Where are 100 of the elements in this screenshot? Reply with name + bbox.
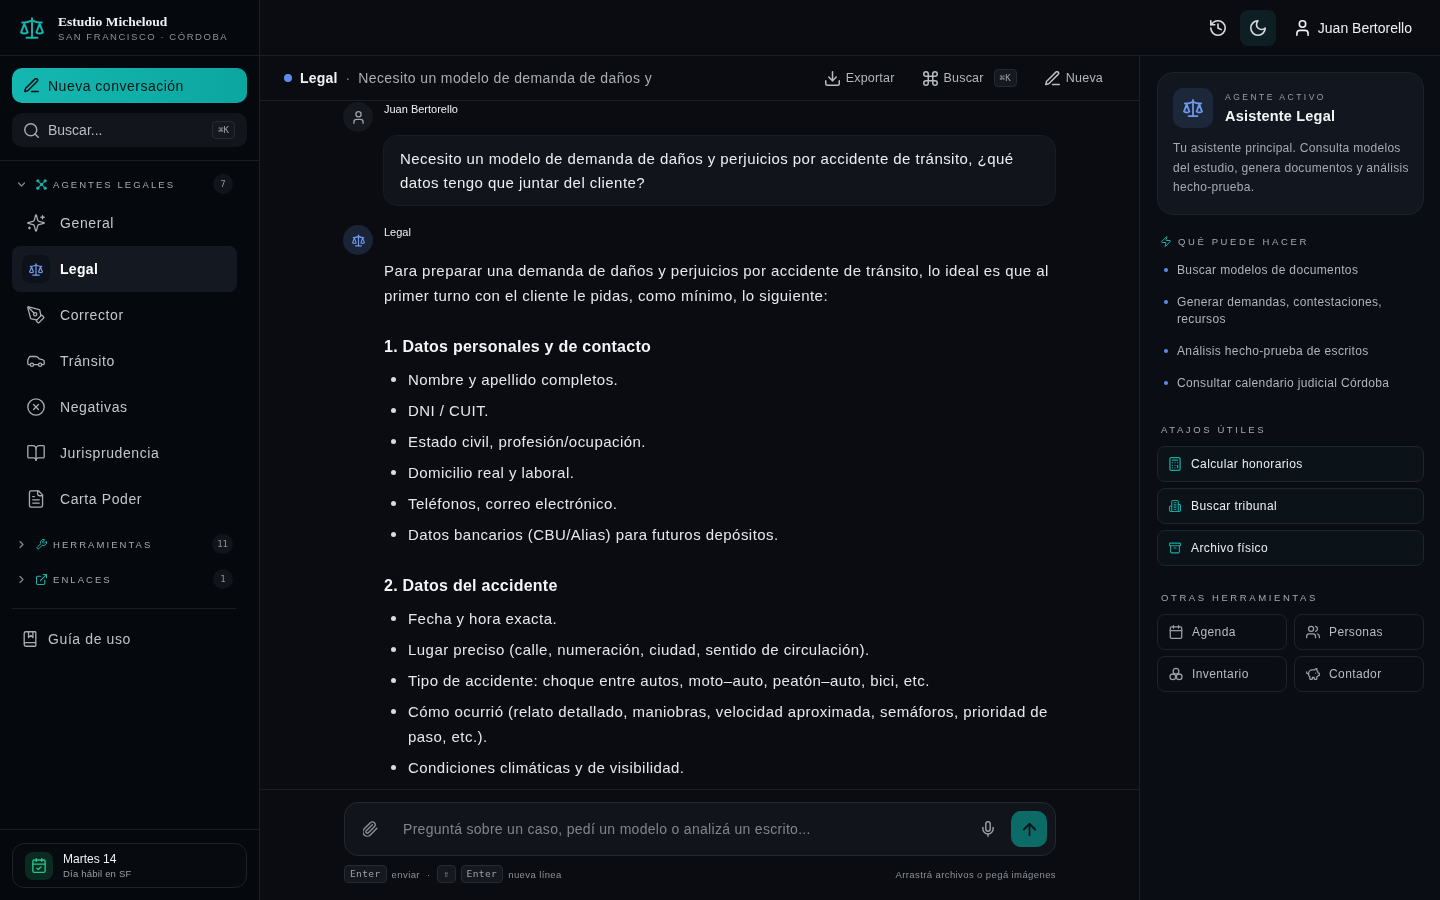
paperclip-icon[interactable] xyxy=(363,821,378,837)
drop-hint: Arrastrá archivos o pegá imágenes xyxy=(895,868,1056,880)
bullet-icon xyxy=(391,532,396,537)
sidebar-item[interactable]: Corrector xyxy=(12,292,237,338)
search-icon xyxy=(24,122,39,138)
chevron-right-icon xyxy=(18,575,25,583)
external-link-icon xyxy=(36,573,47,585)
capability-text: Buscar modelos de documentos xyxy=(1177,261,1359,279)
people-icon xyxy=(1306,624,1320,639)
item-count: 7 xyxy=(213,174,233,194)
message-author: Legal xyxy=(384,225,411,239)
moon-icon xyxy=(1249,19,1266,36)
sidebar-item[interactable]: Legal xyxy=(12,246,237,292)
bullet-text: Cómo ocurrió (relato detallado, maniobras, velocidad aproximada, semáforos, prioridad de paso, etc.). xyxy=(408,702,1049,747)
tool-button[interactable]: Personas xyxy=(1294,613,1424,650)
message-author: Juan Bertorello xyxy=(384,102,458,116)
section-toggle[interactable]: HERRAMIENTAS 11 xyxy=(12,530,237,558)
document-icon xyxy=(27,490,45,508)
lightning-icon xyxy=(1161,236,1171,247)
item-count: 1 xyxy=(213,569,233,589)
sidebar-item[interactable]: Tránsito xyxy=(12,338,237,384)
hint-text: nueva línea xyxy=(508,868,562,880)
agent-title: Asistente Legal xyxy=(1225,107,1336,125)
bullet-icon xyxy=(391,439,396,444)
tool-button[interactable]: Inventario xyxy=(1157,655,1287,692)
pencil-icon xyxy=(1044,70,1060,86)
shortcut-button[interactable]: Buscar tribunal xyxy=(1157,487,1424,524)
tool-button[interactable]: Agenda xyxy=(1157,613,1287,650)
pencil-icon xyxy=(24,78,39,93)
tool-button[interactable]: Contador xyxy=(1294,655,1424,692)
shortcut-button[interactable]: Calcular honorarios xyxy=(1157,445,1424,482)
archive-box-icon xyxy=(1169,540,1181,555)
brand-subtitle: SAN FRANCISCO · CÓRDOBA xyxy=(58,30,229,42)
message-bubble: Necesito un modelo de demanda de daños y perjuicios por accidente de tránsito, ¿qué datos tengo que juntar del cliente? xyxy=(383,135,1056,206)
message-input[interactable]: Preguntá sobre un caso, pedí un modelo o analizá un escrito... xyxy=(403,817,970,841)
bullet-text: DNI / CUIT. xyxy=(408,401,489,421)
section-title: QUÉ PUEDE HACER xyxy=(1178,234,1309,249)
bullet-icon xyxy=(391,377,396,382)
section-title: OTRAS HERRAMIENTAS xyxy=(1161,590,1318,605)
new-chat-button[interactable]: Nueva xyxy=(1044,64,1103,92)
shortcut-button[interactable]: Archivo físico xyxy=(1157,529,1424,566)
bullet-icon xyxy=(1164,299,1168,304)
bullet-icon xyxy=(391,765,396,770)
chevron-down-icon xyxy=(18,180,25,188)
bullet-icon xyxy=(391,647,396,652)
section-heading: 2. Datos del accidente xyxy=(384,576,559,596)
capability-text: Generar demandas, contestaciones, recursos xyxy=(1177,293,1383,328)
bullet-text: Condiciones climáticas y de visibilidad. xyxy=(408,758,685,778)
agent-description: Tu asistente principal. Consulta modelos del estudio, genera documentos y análisis hecho-prueba. xyxy=(1173,140,1409,196)
bullet-text: Estado civil, profesión/ocupación. xyxy=(408,432,646,452)
sidebar-item[interactable]: Carta Poder xyxy=(12,476,237,522)
separator: · xyxy=(345,70,351,86)
card-eyebrow: AGENTE ACTIVO xyxy=(1225,91,1327,102)
section-heading: 1. Datos personales y de contacto xyxy=(384,337,652,357)
item-count: 11 xyxy=(212,534,233,554)
bullet-icon xyxy=(1164,380,1168,385)
date-subtitle: Día hábil en SF xyxy=(63,868,132,879)
bullet-icon xyxy=(391,678,396,683)
bullet-text: Tipo de accidente: choque entre autos, moto–auto, peatón–auto, bici, etc. xyxy=(408,671,930,691)
theme-toggle-button[interactable] xyxy=(1239,9,1276,46)
sidebar-item[interactable]: Jurisprudencia xyxy=(12,430,237,476)
scales-logo-icon xyxy=(20,16,44,39)
search-field[interactable]: Buscar... ⌘K xyxy=(12,113,247,147)
bullet-text: Lugar preciso (calle, numeración, ciudad, sentido de circulación). xyxy=(408,640,870,660)
section-toggle[interactable]: AGENTES LEGALES 7 xyxy=(12,170,237,198)
person-avatar-icon xyxy=(343,102,373,132)
open-book-icon xyxy=(27,444,45,462)
export-button[interactable]: Exportar xyxy=(824,64,895,92)
bullet-icon xyxy=(1164,348,1168,353)
bullet-text: Teléfonos, correo electrónico. xyxy=(408,494,618,514)
sidebar-item[interactable]: General xyxy=(12,200,237,246)
send-button[interactable] xyxy=(1011,811,1047,847)
building-icon xyxy=(1169,498,1181,513)
bullet-icon xyxy=(391,501,396,506)
agent-name: Legal xyxy=(300,70,338,86)
user-menu-button[interactable]: Juan Bertorello xyxy=(1279,9,1412,46)
wrench-icon xyxy=(36,538,47,550)
three-circles-icon xyxy=(1169,666,1183,681)
shortcut-hint: ⌘K xyxy=(212,121,235,139)
key-hint: Enter xyxy=(344,865,387,883)
capability-text: Análisis hecho-prueba de escritos xyxy=(1177,342,1369,360)
chevron-right-icon xyxy=(18,540,25,548)
sidebar-item[interactable]: Negativas xyxy=(12,384,237,430)
hint-text: enviar xyxy=(391,868,420,880)
section-title: ATAJOS ÚTILES xyxy=(1161,422,1267,437)
microphone-icon[interactable] xyxy=(982,821,994,837)
section-toggle[interactable]: ENLACES 1 xyxy=(12,565,237,593)
composer-field[interactable]: Preguntá sobre un caso, pedí un modelo o analizá un escrito... xyxy=(344,802,1056,856)
scales-icon xyxy=(22,255,50,283)
history-icon xyxy=(1209,19,1226,36)
search-input[interactable]: Buscar... xyxy=(48,118,204,142)
new-conversation-button[interactable]: Nueva conversación xyxy=(12,68,247,103)
separator: · xyxy=(426,868,431,880)
conversation-title: Necesito un modelo de demanda de daños y xyxy=(358,70,654,86)
bullet-text: Nombre y apellido completos. xyxy=(408,370,619,390)
guide-link[interactable]: Guía de uso xyxy=(12,619,247,659)
status-dot-icon xyxy=(284,74,292,82)
bullet-icon xyxy=(391,616,396,621)
bullet-text: Domicilio real y laboral. xyxy=(408,463,575,483)
search-button[interactable]: Buscar ⌘K xyxy=(922,64,1017,92)
